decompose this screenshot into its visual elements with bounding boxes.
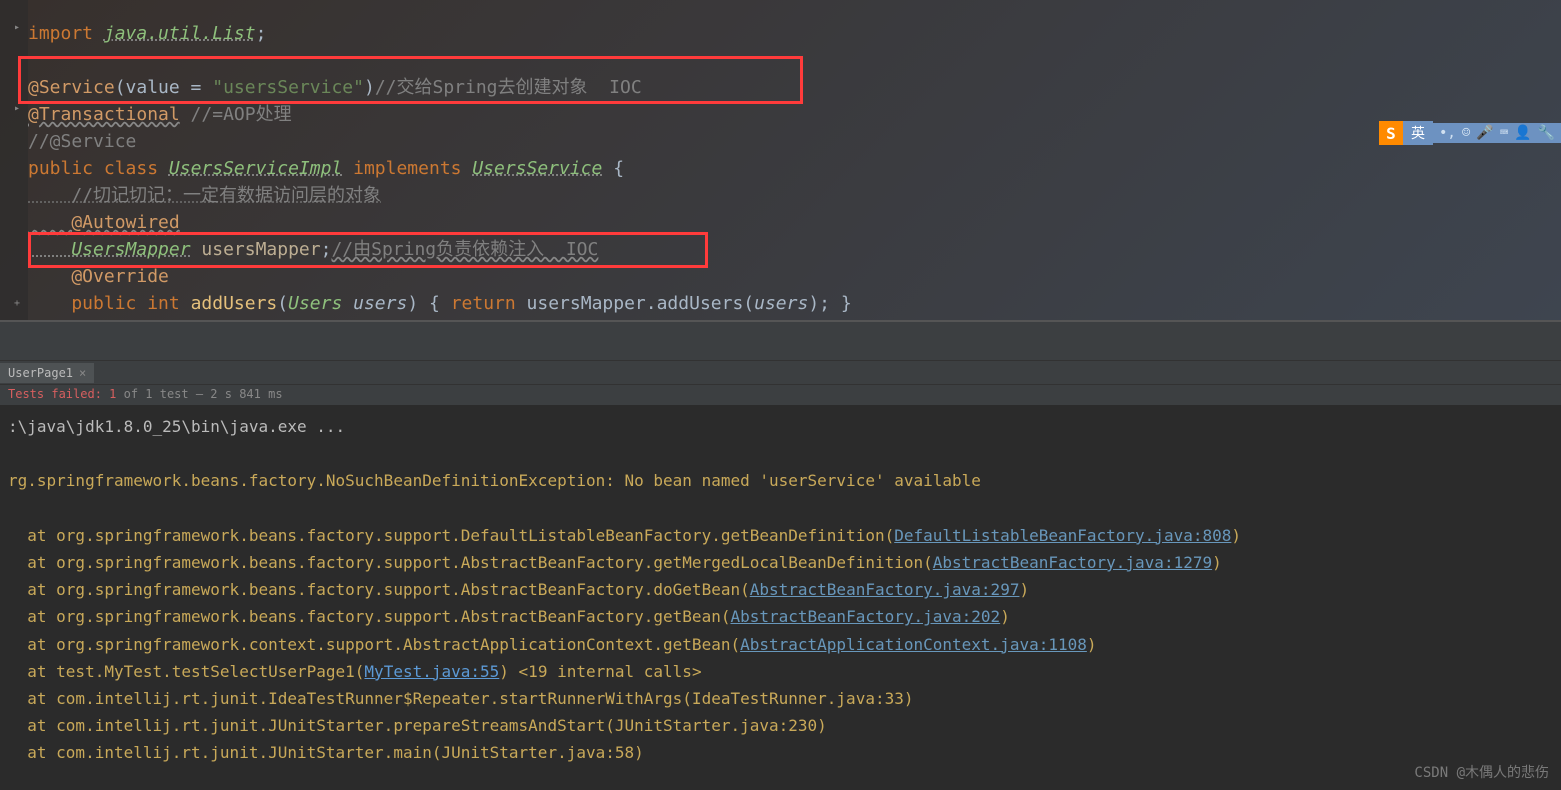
console-blank (8, 495, 1553, 522)
ime-settings-icon[interactable]: 🔧 (1538, 125, 1555, 141)
expand-icon[interactable]: + (14, 298, 26, 310)
highlight-annotation-box (28, 232, 708, 268)
console-stack-line: at test.MyTest.testSelectUserPage1(MyTes… (8, 658, 1553, 685)
close-icon[interactable]: × (79, 366, 86, 380)
console-output[interactable]: :\java\jdk1.8.0_25\bin\java.exe ... rg.s… (0, 405, 1561, 774)
watermark-text: CSDN @木偶人的悲伤 (1414, 762, 1549, 782)
console-stack-line: at com.intellij.rt.junit.JUnitStarter.pr… (8, 712, 1553, 739)
ime-punct-icon[interactable]: •, (1439, 125, 1456, 141)
console-stack-line: at org.springframework.beans.factory.sup… (8, 549, 1553, 576)
fold-icon[interactable]: ▸ (14, 22, 26, 34)
stack-trace-link[interactable]: AbstractBeanFactory.java:1279 (933, 553, 1212, 572)
code-content[interactable]: import java.util.List; @Service(value = … (0, 0, 1561, 317)
code-line: //@Service (28, 128, 1561, 155)
tests-summary: of 1 test – 2 s 841 ms (116, 387, 282, 401)
code-editor-pane[interactable]: ▸ ▸ + import java.util.List; @Service(va… (0, 0, 1561, 321)
pane-divider[interactable] (0, 321, 1561, 361)
stack-trace-link[interactable]: AbstractBeanFactory.java:202 (730, 607, 1000, 626)
ime-keyboard-icon[interactable]: ⌨ (1500, 125, 1508, 141)
code-line: //切记切记：一定有数据访问层的对象 (28, 182, 1561, 209)
console-stack-line: at com.intellij.rt.junit.IdeaTestRunner$… (8, 685, 1553, 712)
stack-trace-link[interactable]: MyTest.java:55 (364, 662, 499, 681)
console-blank (8, 440, 1553, 467)
console-stack-line: at org.springframework.context.support.A… (8, 631, 1553, 658)
test-status-bar: Tests failed: 1 of 1 test – 2 s 841 ms (0, 385, 1561, 405)
tests-failed-label: Tests failed: 1 (8, 387, 116, 401)
ime-toolbar[interactable]: S 英 •, ☺ 🎤 ⌨ 👤 🔧 (1379, 120, 1561, 146)
stack-trace-link[interactable]: AbstractBeanFactory.java:297 (750, 580, 1020, 599)
console-stack-line: at org.springframework.beans.factory.sup… (8, 522, 1553, 549)
ime-language-indicator[interactable]: 英 (1403, 121, 1433, 145)
ime-emoji-icon[interactable]: ☺ (1462, 125, 1470, 141)
fold-icon[interactable]: ▸ (14, 103, 26, 115)
console-command-line: :\java\jdk1.8.0_25\bin\java.exe ... (8, 413, 1553, 440)
console-stack-line: at org.springframework.beans.factory.sup… (8, 603, 1553, 630)
stack-trace-link[interactable]: DefaultListableBeanFactory.java:808 (894, 526, 1231, 545)
console-stack-line: at org.springframework.beans.factory.sup… (8, 576, 1553, 603)
editor-gutter: ▸ ▸ + (0, 0, 28, 320)
highlight-annotation-box (18, 56, 803, 104)
tab-label: UserPage1 (8, 366, 73, 380)
ime-logo-icon[interactable]: S (1379, 121, 1403, 145)
console-exception: rg.springframework.beans.factory.NoSuchB… (8, 467, 1553, 494)
console-stack-line: at com.intellij.rt.junit.JUnitStarter.ma… (8, 739, 1553, 766)
ime-icon-tray: •, ☺ 🎤 ⌨ 👤 🔧 (1433, 123, 1561, 143)
code-line: @Transactional //=AOP处理 (28, 101, 1561, 128)
console-tab-bar: UserPage1 × (0, 361, 1561, 385)
ime-mic-icon[interactable]: 🎤 (1476, 125, 1493, 141)
ime-user-icon[interactable]: 👤 (1514, 125, 1531, 141)
code-line: import java.util.List; (28, 20, 1561, 47)
stack-trace-link[interactable]: AbstractApplicationContext.java:1108 (740, 635, 1087, 654)
code-line: public int addUsers(Users users) { retur… (28, 290, 1561, 317)
code-line: public class UsersServiceImpl implements… (28, 155, 1561, 182)
console-tab-userpage1[interactable]: UserPage1 × (0, 363, 94, 383)
